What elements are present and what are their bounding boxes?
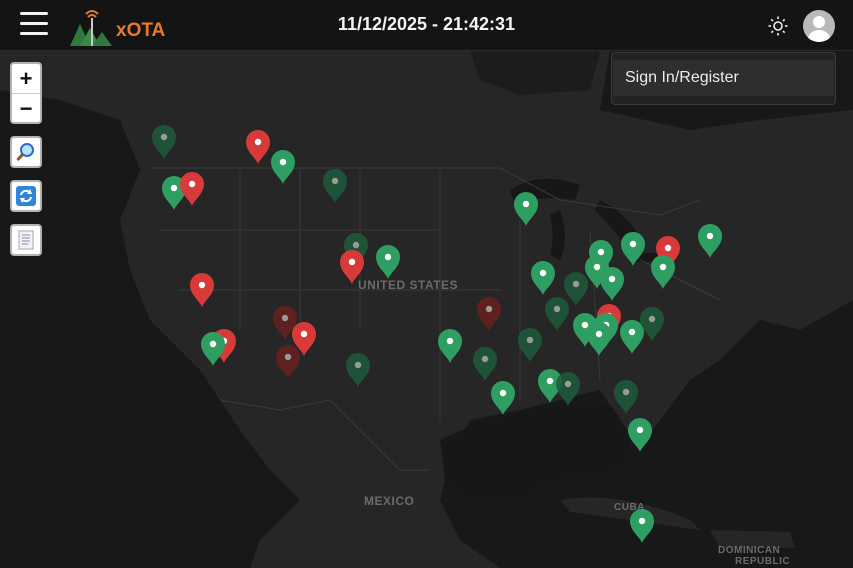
- map-marker[interactable]: [190, 273, 214, 307]
- user-avatar-icon[interactable]: [803, 10, 835, 42]
- zoom-in-button[interactable]: +: [12, 64, 40, 93]
- map-marker[interactable]: [620, 320, 644, 354]
- map-marker[interactable]: [323, 169, 347, 203]
- map-marker[interactable]: [271, 150, 295, 184]
- refresh-icon: [16, 186, 36, 206]
- map-marker[interactable]: [180, 172, 204, 206]
- map-marker[interactable]: [201, 332, 225, 366]
- app-logo[interactable]: xOTA: [68, 6, 178, 48]
- map-marker[interactable]: [698, 224, 722, 258]
- map-marker[interactable]: [621, 232, 645, 266]
- list-button[interactable]: [10, 224, 42, 256]
- logo-text: xOTA: [116, 20, 166, 41]
- map-marker[interactable]: [628, 418, 652, 452]
- map-marker[interactable]: [152, 125, 176, 159]
- map-marker[interactable]: [640, 307, 664, 341]
- user-dropdown-menu: Sign In/Register: [611, 52, 836, 105]
- map-marker[interactable]: [246, 130, 270, 164]
- tower-icon: [70, 10, 112, 46]
- magnifier-icon: [16, 143, 34, 162]
- document-list-icon: [18, 230, 34, 250]
- refresh-button[interactable]: [10, 180, 42, 212]
- map-marker[interactable]: [651, 255, 675, 289]
- marker-layer: [152, 125, 722, 543]
- map-marker[interactable]: [556, 372, 580, 406]
- map-marker[interactable]: [564, 272, 588, 306]
- map-marker[interactable]: [630, 509, 654, 543]
- map-marker[interactable]: [491, 381, 515, 415]
- map-marker[interactable]: [376, 245, 400, 279]
- map-canvas[interactable]: UNITED STATES MEXICO CUBA DOMINICAN REPU…: [0, 51, 853, 568]
- hamburger-icon[interactable]: [20, 12, 48, 36]
- map-marker[interactable]: [600, 267, 624, 301]
- map-marker[interactable]: [346, 353, 370, 387]
- sun-icon[interactable]: [767, 15, 789, 37]
- map-marker[interactable]: [438, 329, 462, 363]
- map-marker[interactable]: [545, 297, 569, 331]
- map-marker[interactable]: [514, 192, 538, 226]
- map-marker[interactable]: [340, 250, 364, 284]
- map-marker[interactable]: [531, 261, 555, 295]
- top-bar: xOTA 11/12/2025 - 21:42:31: [0, 0, 853, 51]
- map-marker[interactable]: [614, 380, 638, 414]
- map-marker[interactable]: [587, 322, 611, 356]
- map-marker[interactable]: [477, 297, 501, 331]
- map-marker[interactable]: [518, 328, 542, 362]
- zoom-out-button[interactable]: −: [12, 94, 40, 123]
- map-marker[interactable]: [473, 347, 497, 381]
- search-button[interactable]: [10, 136, 42, 168]
- map-marker[interactable]: [276, 345, 300, 379]
- signin-register-item[interactable]: Sign In/Register: [613, 60, 834, 96]
- zoom-control: + −: [10, 62, 42, 124]
